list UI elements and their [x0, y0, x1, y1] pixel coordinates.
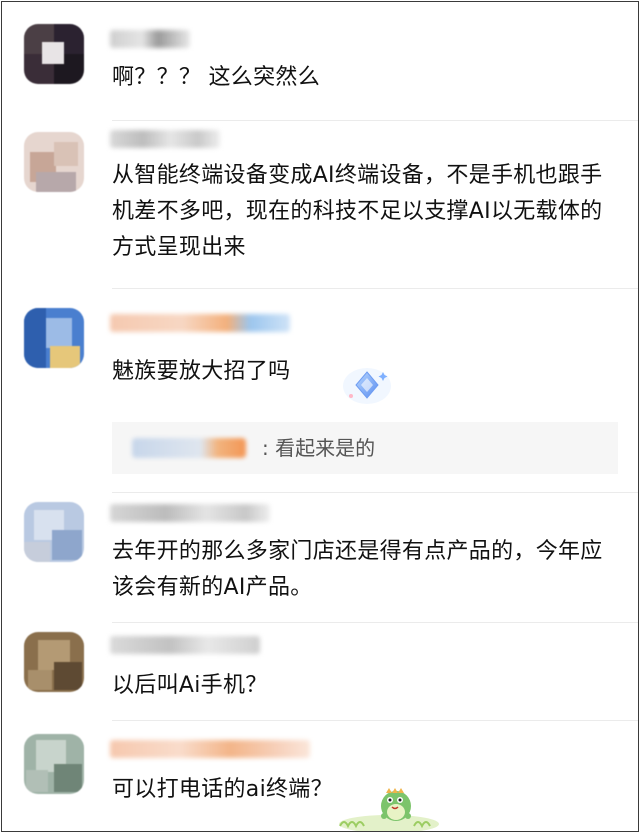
- username-redacted: [110, 504, 270, 522]
- comment-list: 啊？？？ 这么突然么 从智能终端设备变成AI终端设备，不是手机也跟手机差不多吧，…: [1, 1, 639, 832]
- reply-preview[interactable]: : 看起来是的: [112, 422, 618, 474]
- username-redacted: [110, 30, 190, 48]
- comment-item[interactable]: 去年开的那么多家门店还是得有点产品的，今年应该会有新的AI产品。: [2, 492, 638, 620]
- green-dinosaur-sticker-icon: [339, 788, 439, 831]
- avatar[interactable]: [24, 502, 84, 562]
- comment-text: 啊？？？ 这么突然么: [112, 65, 320, 90]
- avatar[interactable]: [24, 308, 84, 368]
- username-redacted: [110, 636, 260, 654]
- reply-text: : 看起来是的: [262, 436, 376, 460]
- comment-item[interactable]: 啊？？？ 这么突然么: [2, 2, 638, 120]
- comment-text: 从智能终端设备变成AI终端设备，不是手机也跟手机差不多吧，现在的科技不足以支撑A…: [112, 163, 603, 260]
- comment-item[interactable]: 可以打电话的ai终端？: [2, 720, 638, 831]
- avatar[interactable]: [24, 734, 84, 794]
- username-redacted: [110, 740, 310, 758]
- username-redacted: [110, 314, 290, 332]
- comment-text: 以后叫Ai手机？: [112, 673, 268, 698]
- avatar[interactable]: [24, 132, 84, 192]
- avatar[interactable]: [24, 632, 84, 692]
- reply-username-redacted: [132, 438, 246, 458]
- avatar[interactable]: [24, 24, 84, 84]
- comment-item[interactable]: 魅族要放大招了吗 : 看起来是的: [2, 292, 638, 492]
- comment-text: 去年开的那么多家门店还是得有点产品的，今年应该会有新的AI产品。: [112, 539, 603, 600]
- username-redacted: [110, 130, 220, 148]
- comment-item[interactable]: 从智能终端设备变成AI终端设备，不是手机也跟手机差不多吧，现在的科技不足以支撑A…: [2, 120, 638, 290]
- comment-item[interactable]: 以后叫Ai手机？: [2, 622, 638, 722]
- diamond-sparkle-icon: [343, 368, 391, 404]
- divider: [112, 288, 638, 289]
